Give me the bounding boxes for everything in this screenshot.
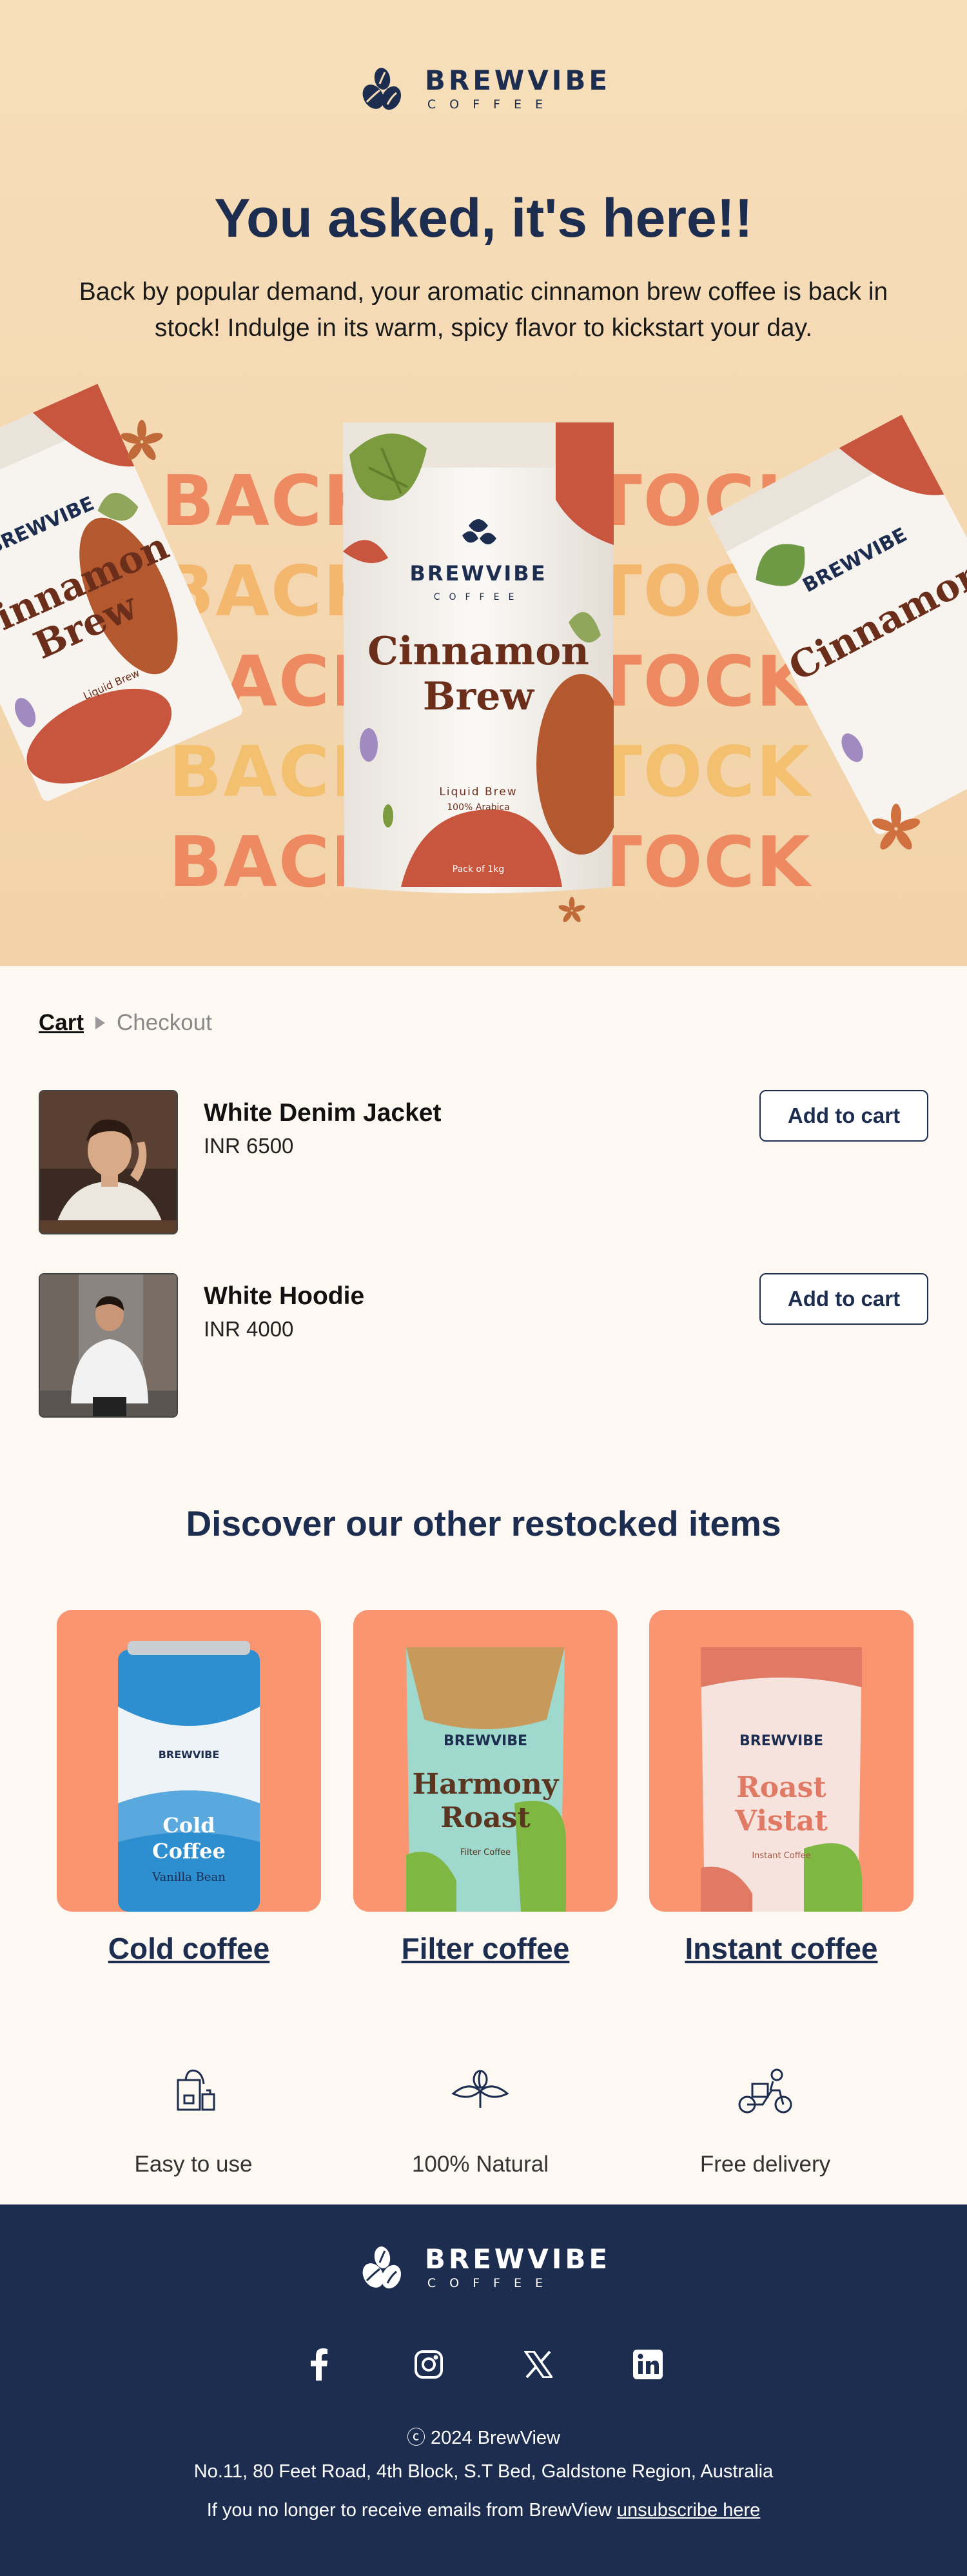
social-links: [0, 2345, 967, 2384]
product-image-filter-coffee[interactable]: BREWVIBE Harmony Roast Filter Coffee: [353, 1610, 618, 1912]
linkedin-icon[interactable]: [629, 2345, 667, 2384]
product-image-cold-coffee[interactable]: BREWVIBE Cold Coffee Vanilla Bean: [57, 1610, 321, 1912]
bg-word: TOCK: [594, 732, 812, 813]
star-anise-icon: [872, 804, 921, 850]
add-to-cart-button[interactable]: Add to cart: [759, 1273, 928, 1325]
pouch-brand: BREWVIBE: [409, 561, 547, 586]
pack-title-2: Vistat: [734, 1805, 828, 1838]
product-price: INR 4000: [204, 1317, 294, 1341]
pack-title-2: Coffee: [152, 1839, 226, 1863]
star-anise-icon: [558, 897, 585, 922]
coffee-beans-logo-icon: [362, 2246, 401, 2289]
discover-title: Discover our other restocked items: [186, 1503, 781, 1543]
pack-title-2: Roast: [440, 1801, 531, 1834]
hero-text: Back by popular demand, your aromatic ci…: [79, 278, 888, 342]
footer-logo[interactable]: BREWVIBE COFFEE: [0, 2243, 967, 2295]
brand-sub: COFFEE: [427, 2276, 556, 2290]
cart-item: White Hoodie INR 4000 Add to cart: [39, 1273, 928, 1419]
pouch-title-2: Brew: [423, 674, 534, 719]
product-name[interactable]: White Denim Jacket: [204, 1099, 441, 1127]
pouch-title-1: Cinnamon: [367, 629, 589, 674]
unsubscribe-text: If you no longer to receive emails from …: [206, 2500, 617, 2521]
pack-brand: BREWVIBE: [159, 1749, 220, 1761]
hero-section: BACK BACK BACK BACK BACK TOCK TOCK TOCK …: [0, 0, 967, 966]
product-card-instant-coffee[interactable]: BREWVIBE Roast Vistat Instant Coffee Ins…: [649, 1610, 913, 1966]
feature-free-delivery: Free delivery: [649, 2061, 881, 2177]
product-image-white-denim-jacket[interactable]: [39, 1090, 178, 1234]
add-to-cart-button[interactable]: Add to cart: [759, 1090, 928, 1142]
x-icon[interactable]: [519, 2345, 558, 2384]
scooter-delivery-icon: [738, 2068, 792, 2114]
bg-word: TOCK: [594, 642, 812, 722]
product-image-white-hoodie[interactable]: [39, 1273, 178, 1418]
product-image-instant-coffee[interactable]: BREWVIBE Roast Vistat Instant Coffee: [649, 1610, 913, 1912]
pack-sub: Instant Coffee: [752, 1851, 810, 1861]
pouch-sub2: 100% Arabica: [447, 802, 509, 813]
feature-label: Free delivery: [699, 2152, 831, 2177]
brand-name: BREWVIBE: [424, 2243, 611, 2275]
pack-title-1: Harmony: [413, 1768, 560, 1801]
product-link-cold-coffee[interactable]: Cold coffee: [57, 1931, 321, 1966]
pack-sub: Vanilla Bean: [151, 1870, 226, 1884]
pack-sub: Filter Coffee: [460, 1848, 511, 1858]
pack-brand: BREWVIBE: [444, 1733, 527, 1749]
breadcrumb-checkout[interactable]: Checkout: [117, 1010, 212, 1036]
product-card-filter-coffee[interactable]: BREWVIBE Harmony Roast Filter Coffee Fil…: [353, 1610, 618, 1966]
product-name[interactable]: White Hoodie: [204, 1282, 364, 1311]
feature-label: Easy to use: [134, 2152, 253, 2177]
footer-copyright: ⓒ 2024 BrewView: [406, 2428, 561, 2448]
product-price: INR 6500: [204, 1134, 294, 1158]
product-link-instant-coffee[interactable]: Instant coffee: [649, 1931, 913, 1966]
brand-sub: COFFEE: [427, 97, 556, 112]
feature-label: 100% Natural: [411, 2152, 549, 2177]
brand-name: BREWVIBE: [424, 64, 611, 96]
pouch-brand-sub: COFFEE: [434, 592, 523, 602]
feature-easy-to-use: Easy to use: [77, 2061, 309, 2177]
facebook-icon[interactable]: [300, 2345, 338, 2384]
cart-item: White Denim Jacket INR 6500 Add to cart: [39, 1090, 928, 1236]
product-card-cold-coffee[interactable]: BREWVIBE Cold Coffee Vanilla Bean Cold c…: [57, 1610, 321, 1966]
coffee-leaf-icon: [451, 2070, 509, 2108]
pouch-center: BREWVIBE COFFEE Cinnamon Brew Liquid Bre…: [343, 422, 627, 897]
footer: BREWVIBE COFFEE ⓒ 2024 BrewView No.11, 8…: [0, 2204, 967, 2576]
pack-brand: BREWVIBE: [739, 1733, 823, 1749]
breadcrumb: Cart Checkout: [39, 1010, 212, 1036]
unsubscribe-link[interactable]: unsubscribe here: [617, 2500, 760, 2521]
star-anise-icon: [121, 420, 163, 461]
footer-unsubscribe-line: If you no longer to receive emails from …: [0, 2500, 967, 2521]
pouch-pack: Pack of 1kg: [453, 864, 505, 875]
pack-title-1: Roast: [736, 1771, 826, 1804]
teabag-cup-icon: [177, 2069, 215, 2111]
product-link-filter-coffee[interactable]: Filter coffee: [353, 1931, 618, 1966]
footer-address: No.11, 80 Feet Road, 4th Block, S.T Bed,…: [193, 2461, 774, 2482]
coffee-beans-logo-icon: [362, 68, 401, 110]
pouch-center-illustration: BREWVIBE COFFEE Cinnamon Brew Liquid Bre…: [343, 422, 627, 893]
feature-natural: 100% Natural: [364, 2061, 596, 2177]
header-logo[interactable]: BREWVIBE COFFEE: [0, 64, 967, 116]
pouch-sub1: Liquid Brew: [439, 786, 517, 798]
breadcrumb-arrow-icon: [95, 1016, 106, 1029]
bg-word: TOCK: [594, 822, 812, 903]
pack-title-1: Cold: [162, 1813, 215, 1838]
breadcrumb-cart-link[interactable]: Cart: [39, 1010, 84, 1036]
hero-title: You asked, it's here!!: [214, 188, 753, 248]
instagram-icon[interactable]: [409, 2345, 448, 2384]
